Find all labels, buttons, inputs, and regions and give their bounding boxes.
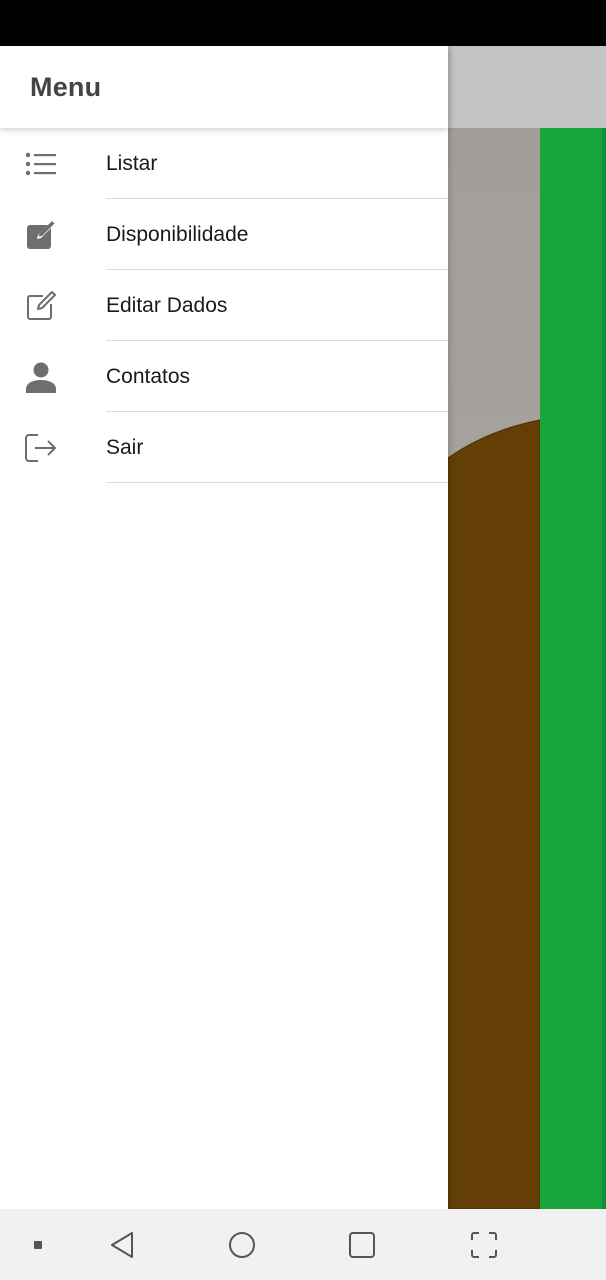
drawer-header: Menu: [0, 46, 448, 128]
brown-shape: [448, 419, 540, 1209]
green-panel: [540, 128, 606, 1209]
menu-item-label: Sair: [106, 435, 144, 459]
system-nav-bar: [0, 1209, 606, 1280]
drawer-title: Menu: [30, 71, 102, 102]
menu-dot-icon[interactable]: [24, 1209, 52, 1280]
menu-item-listar[interactable]: Listar: [0, 128, 448, 199]
person-icon: [24, 360, 58, 394]
edit-filled-icon: [24, 218, 58, 252]
menu-item-editar-dados[interactable]: Editar Dados: [0, 270, 448, 341]
menu-item-disponibilidade[interactable]: Disponibilidade: [0, 199, 448, 270]
status-bar: [0, 0, 606, 46]
list-icon: [24, 147, 58, 181]
menu-item-label: Listar: [106, 151, 158, 175]
menu-item-contatos[interactable]: Contatos: [0, 341, 448, 412]
menu-item-label: Editar Dados: [106, 293, 228, 317]
menu-list: Listar Disponibilidade Editar Dados Cont…: [0, 128, 448, 483]
fullscreen-icon[interactable]: [462, 1209, 506, 1280]
logout-icon: [24, 431, 58, 465]
app-header-scrim: [448, 46, 606, 128]
back-icon[interactable]: [100, 1209, 144, 1280]
edit-outline-icon: [24, 289, 58, 323]
recents-icon[interactable]: [340, 1209, 384, 1280]
divider: [106, 482, 448, 483]
background-app: [448, 46, 606, 1209]
menu-item-label: Contatos: [106, 364, 191, 388]
home-icon[interactable]: [220, 1209, 264, 1280]
menu-item-label: Disponibilidade: [106, 222, 249, 246]
navigation-drawer: Menu Listar Disponibilidade Editar Dados…: [0, 46, 448, 1209]
menu-item-sair[interactable]: Sair: [0, 412, 448, 483]
